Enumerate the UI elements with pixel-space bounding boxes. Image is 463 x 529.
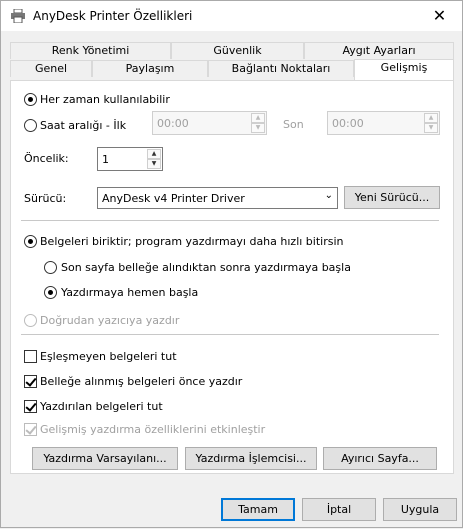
down-arrow-icon[interactable]: ▼ <box>424 123 438 133</box>
advanced-features-checkbox[interactable] <box>24 423 37 436</box>
start-after-last-page-label: Son sayfa belleğe alındıktan sonra yazdı… <box>61 261 351 274</box>
spooled-first-checkbox[interactable] <box>24 375 37 388</box>
time-range-label: Saat aralığı - İlk <box>40 119 127 132</box>
priority-label: Öncelik: <box>24 152 69 165</box>
to-time-spinner[interactable]: 00:00 ▲ ▼ <box>327 111 440 135</box>
down-arrow-icon[interactable]: ▼ <box>147 159 161 169</box>
advanced-features-label: Gelişmiş yazdırma özelliklerini etkinleş… <box>40 423 266 436</box>
always-available-label: Her zaman kullanılabilir <box>40 93 170 106</box>
start-immediately-radio[interactable] <box>44 286 57 299</box>
time-range-radio[interactable] <box>24 119 37 132</box>
separator-page-button[interactable]: Ayırıcı Sayfa... <box>323 447 437 470</box>
print-processor-button[interactable]: Yazdırma İşlemcisi... <box>185 447 317 470</box>
start-immediately-label: Yazdırmaya hemen başla <box>61 286 199 299</box>
cancel-button[interactable]: İptal <box>302 498 376 521</box>
to-time-label: Son <box>283 118 304 131</box>
separator <box>21 220 439 221</box>
ok-button[interactable]: Tamam <box>221 498 295 521</box>
driver-label: Sürücü: <box>24 192 67 205</box>
always-available-radio[interactable] <box>24 93 37 106</box>
priority-spinner[interactable]: 1 ▲ ▼ <box>97 147 163 171</box>
down-arrow-icon[interactable]: ▼ <box>251 123 265 133</box>
up-arrow-icon[interactable]: ▲ <box>251 113 265 123</box>
spool-label: Belgeleri biriktir; program yazdırmayı d… <box>40 235 344 248</box>
chevron-down-icon: ⌄ <box>324 190 333 201</box>
up-arrow-icon[interactable]: ▲ <box>424 113 438 123</box>
hold-mismatched-label: Eşleşmeyen belgeleri tut <box>40 350 177 363</box>
printing-defaults-button[interactable]: Yazdırma Varsayılanı... <box>32 447 178 470</box>
keep-printed-checkbox[interactable] <box>24 400 37 413</box>
hold-mismatched-checkbox[interactable] <box>24 350 37 363</box>
separator <box>21 334 439 335</box>
spool-radio[interactable] <box>24 235 37 248</box>
print-direct-label: Doğrudan yazıcıya yazdır <box>40 314 180 327</box>
apply-button[interactable]: Uygula <box>383 498 457 521</box>
panel-content: Her zaman kullanılabilir Saat aralığı - … <box>1 1 463 529</box>
spooled-first-label: Belleğe alınmış belgeleri önce yazdır <box>40 375 243 388</box>
printer-properties-window: AnyDesk Printer Özellikleri ✕ Renk Yönet… <box>0 0 463 528</box>
print-direct-radio[interactable] <box>24 314 37 327</box>
driver-select[interactable]: AnyDesk v4 Printer Driver ⌄ <box>97 187 338 209</box>
start-after-last-page-radio[interactable] <box>44 261 57 274</box>
new-driver-button[interactable]: Yeni Sürücü... <box>344 186 440 209</box>
up-arrow-icon[interactable]: ▲ <box>147 149 161 159</box>
from-time-spinner[interactable]: 00:00 ▲ ▼ <box>152 111 267 135</box>
keep-printed-label: Yazdırılan belgeleri tut <box>40 400 163 413</box>
